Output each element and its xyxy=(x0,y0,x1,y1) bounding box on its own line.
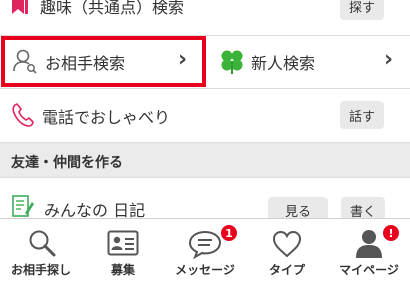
diary-row: みんなの 日記 見る 書く xyxy=(0,179,410,223)
phone-label: 電話でおしゃべり xyxy=(42,108,171,127)
bookmark-icon xyxy=(12,0,28,14)
highlight-box xyxy=(1,36,206,87)
tab-recruit[interactable]: 募集 xyxy=(82,219,164,286)
clover-icon xyxy=(221,50,243,74)
new-search-link[interactable]: 新人検索 › xyxy=(206,36,410,87)
tab-label: タイプ xyxy=(268,263,305,277)
tab-label: 募集 xyxy=(110,263,135,277)
section-title: 友達・仲間を作る xyxy=(11,155,123,171)
tab-messages[interactable]: 1 メッセージ xyxy=(164,219,246,286)
new-search-label: 新人検索 xyxy=(251,54,316,73)
search-icon xyxy=(29,230,56,257)
notification-badge: 1 xyxy=(220,224,238,242)
person-icon xyxy=(356,230,382,258)
alert-badge: ! xyxy=(382,224,400,242)
tab-my-page[interactable]: ! マイページ xyxy=(328,219,410,286)
id-card-icon xyxy=(107,230,139,256)
tab-label: お相手探し xyxy=(10,263,71,277)
section-header: 友達・仲間を作る xyxy=(0,142,410,178)
hobby-search-button[interactable]: 探す xyxy=(340,0,384,20)
tab-partner-search[interactable]: お相手探し xyxy=(0,219,82,286)
tab-label: マイページ xyxy=(339,263,399,277)
hobby-search-row[interactable]: 趣味（共通点）検索 探す xyxy=(0,0,410,36)
tab-type[interactable]: タイプ xyxy=(246,219,328,286)
talk-button[interactable]: 話す xyxy=(340,101,384,129)
heart-icon xyxy=(272,230,302,258)
bottom-tab-bar: お相手探し 募集 1 メッセージ タイプ ! マイページ xyxy=(0,218,410,286)
chevron-right-icon: › xyxy=(384,47,394,72)
chat-bubble-icon xyxy=(188,230,222,259)
diary-icon xyxy=(12,195,34,217)
hobby-search-label: 趣味（共通点）検索 xyxy=(40,0,185,17)
phone-icon xyxy=(12,103,34,127)
tab-label: メッセージ xyxy=(175,263,235,277)
phone-row[interactable]: 電話でおしゃべり 話す xyxy=(0,89,410,142)
